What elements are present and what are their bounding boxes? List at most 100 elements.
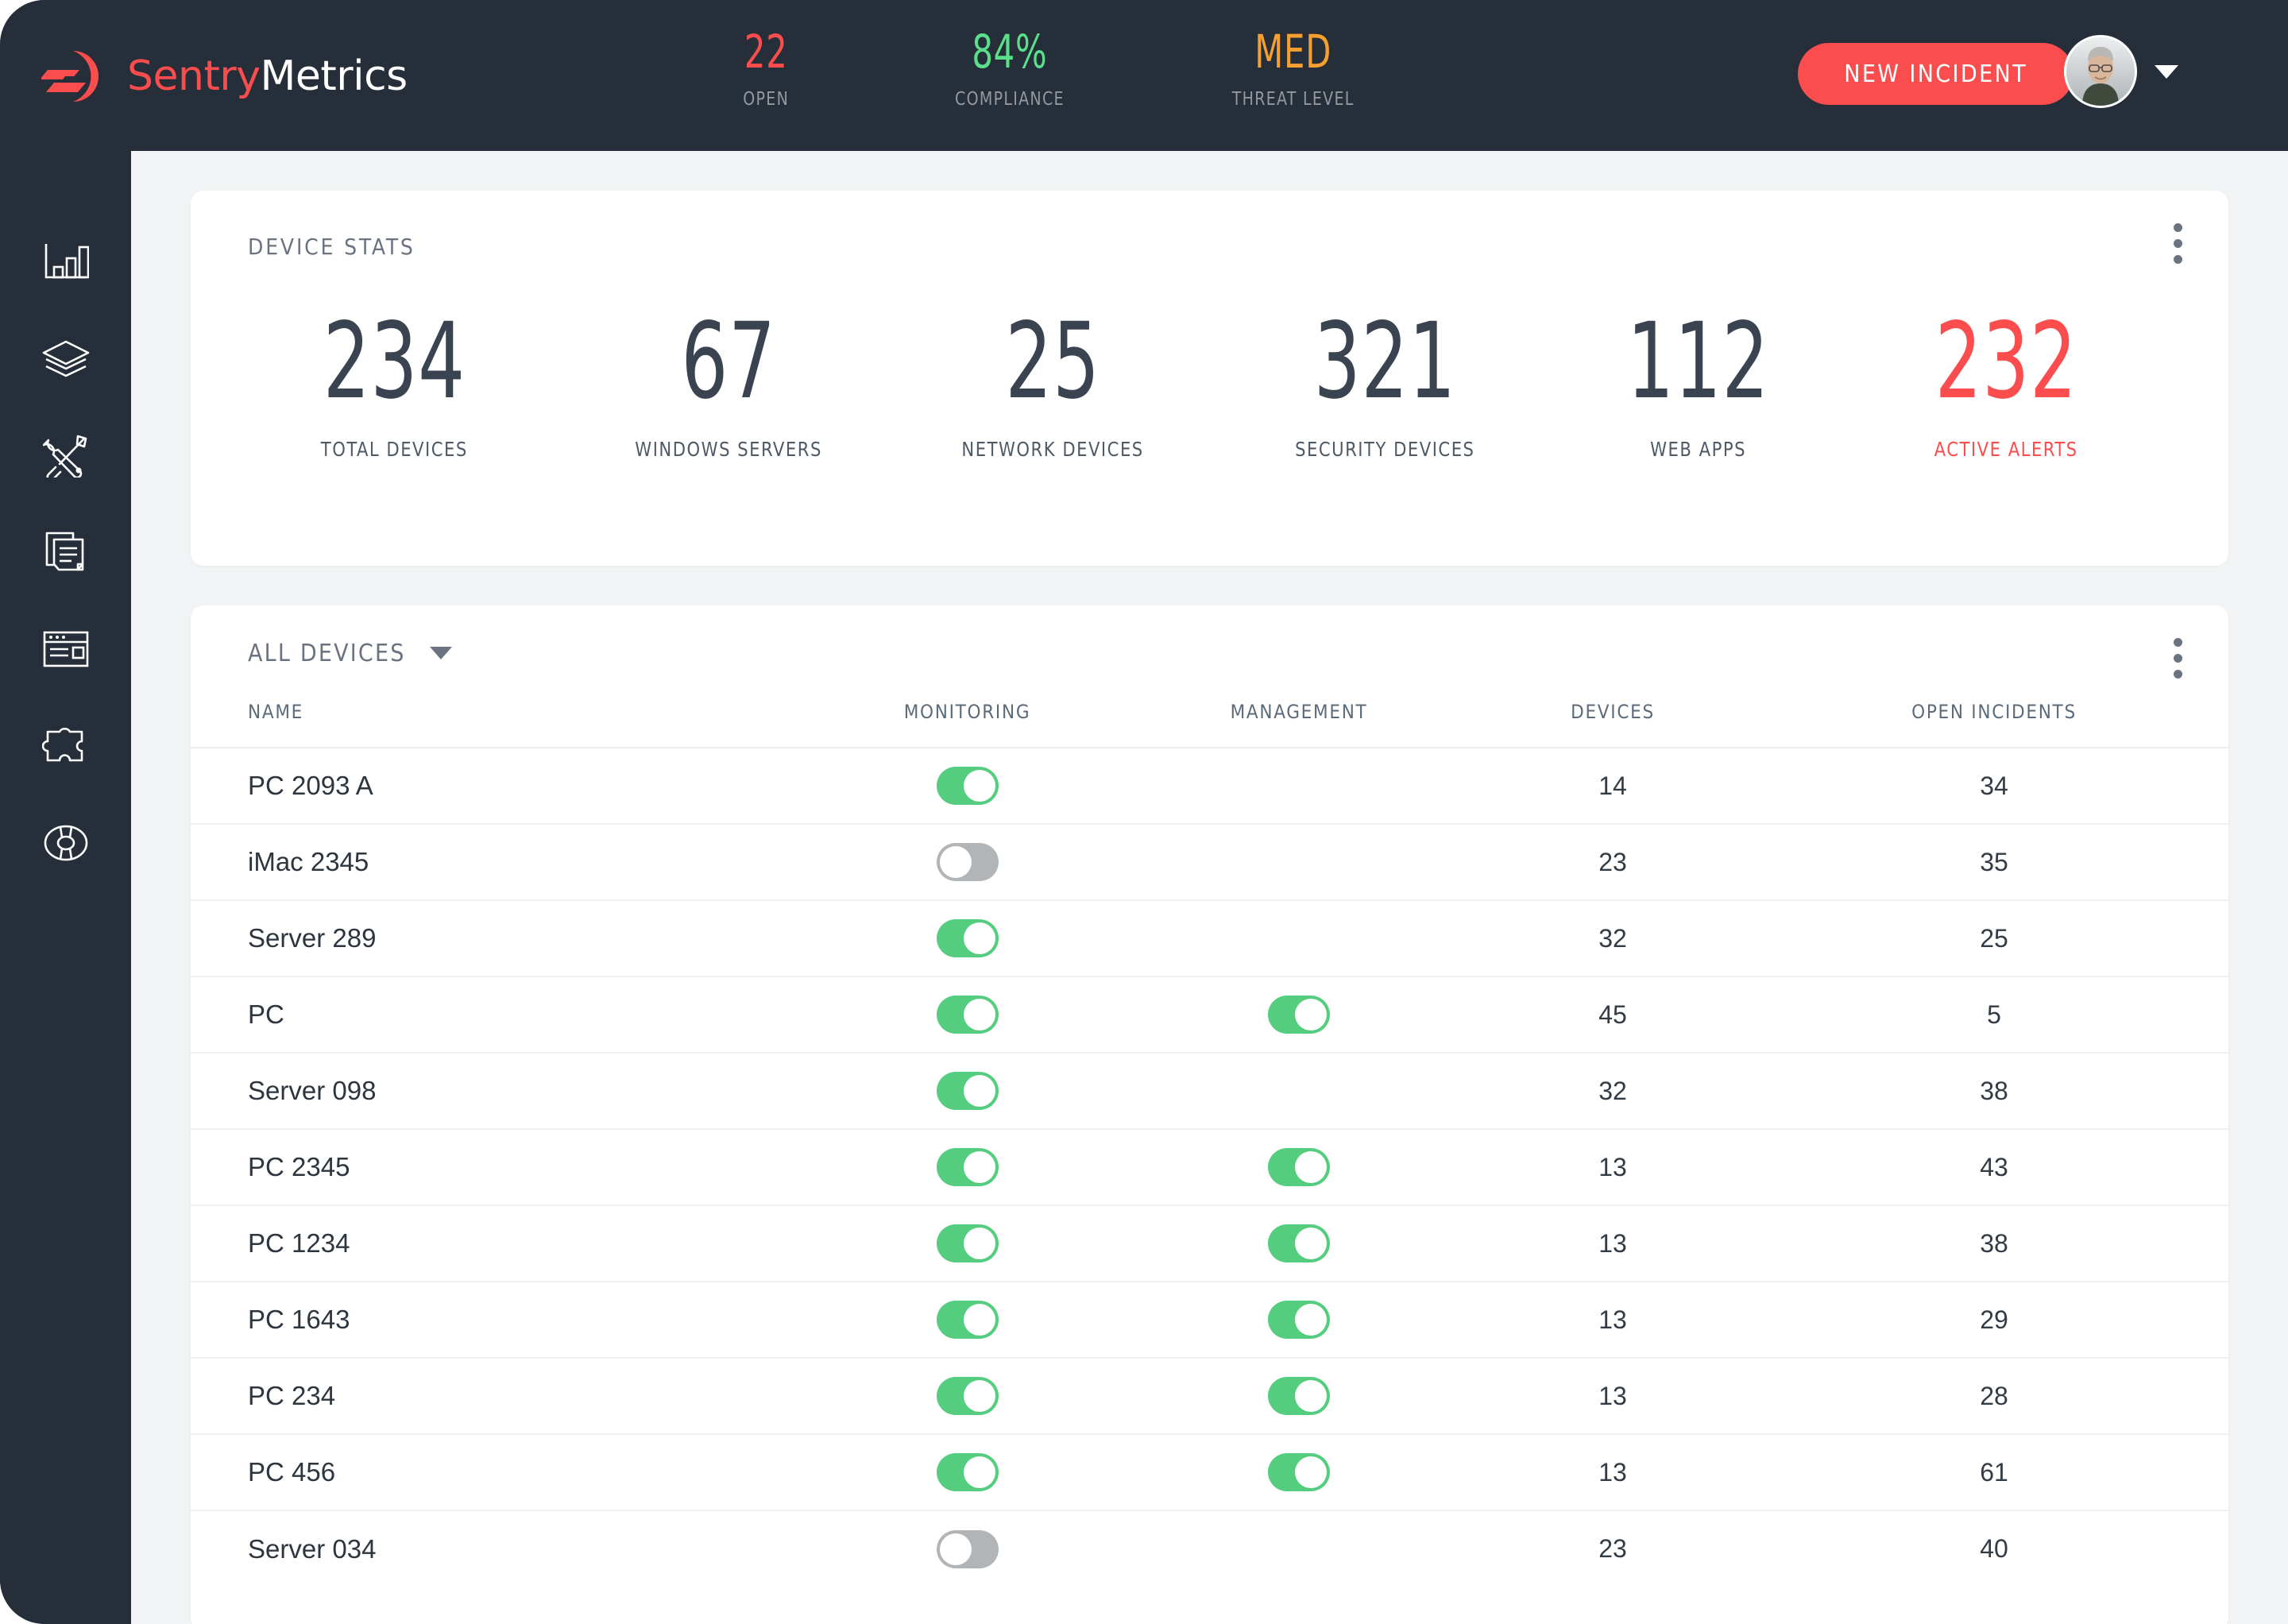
kebab-dot	[2173, 254, 2182, 264]
monitoring-toggle[interactable]	[936, 1224, 999, 1262]
table-row[interactable]: iMac 2345 23 35	[191, 824, 2228, 901]
layers-icon	[41, 338, 91, 379]
cell-open-incidents: 35	[1760, 824, 2228, 901]
sidebar-item-support[interactable]	[0, 795, 131, 891]
table-row[interactable]: PC 1643 13 29	[191, 1282, 2228, 1359]
header-stat-open-value: 22	[744, 25, 788, 79]
column-header-devices[interactable]: DEVICES	[1466, 701, 1760, 748]
cell-device-name: Server 034	[248, 1533, 377, 1564]
devices-table-toolbar: ALL DEVICES	[191, 605, 2228, 701]
sidebar-item-documents[interactable]	[0, 504, 131, 601]
new-incident-button[interactable]: NEW INCIDENT	[1798, 43, 2074, 105]
sidebar-item-dashboard[interactable]	[0, 213, 131, 310]
column-header-management[interactable]: MANAGEMENT	[1132, 701, 1466, 748]
sidebar-item-integrations[interactable]	[0, 698, 131, 795]
toggle-knob	[1295, 1380, 1327, 1412]
column-header-monitoring[interactable]: MONITORING	[802, 701, 1132, 748]
sidebar-item-pages[interactable]	[0, 601, 131, 698]
cell-devices-count: 32	[1466, 900, 1760, 977]
monitoring-toggle[interactable]	[936, 996, 999, 1034]
table-row[interactable]: Server 034 23 40	[191, 1510, 2228, 1587]
table-row[interactable]: Server 289 32 25	[191, 900, 2228, 977]
stat-active-alerts: 232 ACTIVE ALERTS	[1841, 309, 2171, 461]
cell-management	[1132, 1510, 1466, 1587]
cell-management	[1132, 1282, 1466, 1359]
monitoring-toggle[interactable]	[936, 843, 999, 881]
user-menu[interactable]	[2064, 35, 2178, 108]
monitoring-toggle[interactable]	[936, 767, 999, 805]
monitoring-toggle[interactable]	[936, 919, 999, 957]
cell-open-incidents: 40	[1980, 1534, 2008, 1563]
table-row[interactable]: PC 234 13 28	[191, 1358, 2228, 1435]
table-row[interactable]: PC 2093 A 14 34	[191, 748, 2228, 825]
puzzle-piece-icon	[41, 725, 90, 768]
management-toggle[interactable]	[1268, 1377, 1330, 1415]
user-menu-chevron-down-icon[interactable]	[2155, 64, 2178, 79]
column-header-name[interactable]: NAME	[191, 701, 802, 748]
app-window: SentryMetrics 22 OPEN 84% COMPLIANCE MED…	[0, 0, 2288, 1624]
table-row[interactable]: PC 45 5	[191, 976, 2228, 1054]
cell-monitoring	[802, 824, 1132, 901]
cell-management	[1132, 1358, 1466, 1435]
cell-management	[1132, 824, 1466, 901]
toggle-knob	[1295, 999, 1327, 1030]
header-stat-threat-level: MED THREAT LEVEL	[1227, 29, 1359, 110]
cell-monitoring	[802, 1282, 1132, 1359]
kebab-dot	[2173, 238, 2182, 248]
kebab-dot	[2173, 669, 2182, 679]
device-filter-label: ALL DEVICES	[248, 639, 406, 667]
cell-monitoring	[802, 1510, 1132, 1587]
cell-devices-count: 32	[1466, 1053, 1760, 1130]
sidebar-item-tools[interactable]	[0, 407, 131, 504]
kebab-dot	[2173, 222, 2182, 232]
toggle-knob	[963, 1304, 995, 1336]
monitoring-toggle[interactable]	[936, 1148, 999, 1186]
monitoring-toggle[interactable]	[936, 1072, 999, 1110]
stat-network-devices: 25 NETWORK DEVICES	[891, 309, 1215, 461]
table-row[interactable]: PC 2345 13 43	[191, 1129, 2228, 1206]
cell-open-incidents: 5	[1760, 976, 2228, 1054]
header-stat-compliance: 84% COMPLIANCE	[950, 29, 1069, 110]
stat-windows-servers: 67 WINDOWS SERVERS	[566, 309, 891, 461]
cell-monitoring	[802, 748, 1132, 825]
management-toggle[interactable]	[1268, 996, 1330, 1034]
devices-table-menu-button[interactable]	[2160, 634, 2195, 682]
app-logo[interactable]: SentryMetrics	[41, 43, 408, 110]
toggle-knob	[963, 770, 995, 802]
device-stats-menu-button[interactable]	[2160, 219, 2195, 267]
management-toggle[interactable]	[1268, 1224, 1330, 1262]
monitoring-toggle[interactable]	[936, 1377, 999, 1415]
tools-icon	[42, 433, 89, 478]
cell-monitoring	[802, 1205, 1132, 1282]
main-content: DEVICE STATS 234 TOTAL DEVICES 67 WINDOW…	[131, 151, 2288, 1624]
management-toggle[interactable]	[1268, 1453, 1330, 1491]
column-header-open-incidents[interactable]: OPEN INCIDENTS	[1760, 701, 2228, 748]
table-row[interactable]: Server 098 32 38	[191, 1053, 2228, 1130]
sidebar-item-layers[interactable]	[0, 310, 131, 407]
cell-open-incidents: 25	[1760, 900, 2228, 977]
bar-chart-icon	[43, 241, 89, 282]
devices-table-header: NAME MONITORING MANAGEMENT DEVICES OPEN …	[191, 701, 2228, 748]
cell-device-name: PC 2345	[191, 1129, 802, 1206]
avatar[interactable]	[2064, 35, 2137, 108]
management-toggle[interactable]	[1268, 1301, 1330, 1339]
management-toggle[interactable]	[1268, 1148, 1330, 1186]
cell-management	[1132, 976, 1466, 1054]
table-row[interactable]: PC 1234 13 38	[191, 1205, 2228, 1282]
device-filter-dropdown[interactable]: ALL DEVICES	[248, 640, 452, 667]
stat-network-devices-label: NETWORK DEVICES	[961, 438, 1144, 461]
monitoring-toggle[interactable]	[936, 1529, 999, 1568]
cell-monitoring	[802, 900, 1132, 977]
device-stats-row: 234 TOTAL DEVICES 67 WINDOWS SERVERS 25 …	[191, 309, 2228, 461]
table-row[interactable]: PC 456 13 61	[191, 1434, 2228, 1511]
cell-device-name: PC 456	[191, 1434, 802, 1511]
header-stat-compliance-value: 84%	[972, 25, 1048, 79]
sidebar	[0, 151, 131, 1624]
toggle-knob	[963, 1075, 995, 1107]
stat-total-devices-value: 234	[323, 300, 466, 423]
logo-text-primary: Sentry	[127, 52, 261, 100]
monitoring-toggle[interactable]	[936, 1301, 999, 1339]
stat-web-apps-value: 112	[1626, 300, 1769, 423]
monitoring-toggle[interactable]	[936, 1453, 999, 1491]
stat-web-apps: 112 WEB APPS	[1556, 309, 1841, 461]
